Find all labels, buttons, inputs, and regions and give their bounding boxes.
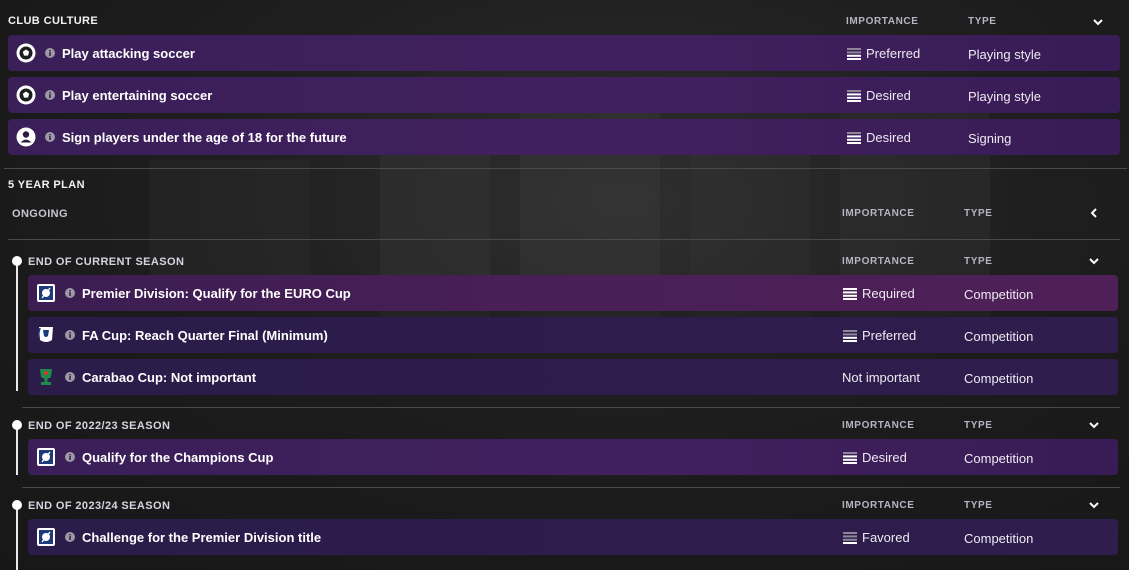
plan-label: Premier Division: Qualify for the EURO C… xyxy=(82,286,351,301)
plan-label: Qualify for the Champions Cup xyxy=(82,450,274,465)
group-type-header[interactable]: TYPE xyxy=(964,500,993,511)
group-divider xyxy=(22,407,1120,408)
plan-row[interactable]: Challenge for the Premier Division title… xyxy=(28,519,1118,555)
plan-row[interactable]: FA Cup: Reach Quarter Final (Minimum) Pr… xyxy=(28,317,1118,353)
type-value: Competition xyxy=(964,451,1034,466)
ongoing-expand-button[interactable] xyxy=(1087,206,1101,225)
soccer-ball-icon xyxy=(16,85,36,105)
info-icon[interactable] xyxy=(65,372,75,382)
club-culture-importance-header[interactable]: IMPORTANCE xyxy=(846,16,918,27)
ongoing-importance-header[interactable]: IMPORTANCE xyxy=(842,208,914,219)
culture-row[interactable]: Sign players under the age of 18 for the… xyxy=(8,119,1120,155)
importance-value: Preferred xyxy=(866,46,921,61)
info-icon[interactable] xyxy=(65,532,75,542)
group-collapse-button[interactable] xyxy=(1087,254,1101,273)
plan-row[interactable]: Carabao Cup: Not important Not important… xyxy=(28,359,1118,395)
soccer-ball-icon xyxy=(16,43,36,63)
plan-row[interactable]: Premier Division: Qualify for the EURO C… xyxy=(28,275,1118,311)
group-title: END OF CURRENT SEASON xyxy=(28,256,185,268)
club-culture-collapse-button[interactable] xyxy=(1091,15,1105,34)
importance-bars-icon xyxy=(847,48,861,60)
info-icon[interactable] xyxy=(45,132,55,142)
type-value: Playing style xyxy=(968,89,1041,104)
chevron-down-icon xyxy=(1089,502,1099,509)
timeline-dot xyxy=(12,256,22,266)
type-value: Competition xyxy=(964,531,1034,546)
importance-bars-icon xyxy=(847,90,861,102)
info-icon[interactable] xyxy=(65,452,75,462)
culture-label: Sign players under the age of 18 for the… xyxy=(62,130,347,145)
chevron-left-icon xyxy=(1090,208,1097,218)
culture-row[interactable]: Play entertaining soccer Desired Playing… xyxy=(8,77,1120,113)
group-importance-header[interactable]: IMPORTANCE xyxy=(842,500,914,511)
info-icon[interactable] xyxy=(65,330,75,340)
five-year-plan-title: 5 YEAR PLAN xyxy=(8,179,85,191)
ongoing-title: ONGOING xyxy=(12,208,68,220)
premier-division-badge-icon xyxy=(37,284,55,302)
group-divider xyxy=(22,487,1120,488)
importance-value: Desired xyxy=(866,130,911,145)
chevron-down-icon xyxy=(1093,19,1103,26)
premier-division-badge-icon xyxy=(37,528,55,546)
fa-cup-badge-icon xyxy=(37,327,53,342)
plan-label: FA Cup: Reach Quarter Final (Minimum) xyxy=(82,328,328,343)
culture-label: Play entertaining soccer xyxy=(62,88,213,103)
group-collapse-button[interactable] xyxy=(1087,418,1101,437)
section-divider xyxy=(4,168,1127,169)
importance-bars-icon xyxy=(843,330,857,342)
plan-row[interactable]: Qualify for the Champions Cup Desired Co… xyxy=(28,439,1118,475)
group-title: END OF 2023/24 SEASON xyxy=(28,500,171,512)
plan-label: Carabao Cup: Not important xyxy=(82,370,257,385)
timeline-line xyxy=(16,505,18,570)
importance-value: Desired xyxy=(862,450,907,465)
group-collapse-button[interactable] xyxy=(1087,498,1101,517)
type-value: Competition xyxy=(964,329,1034,344)
group-title: END OF 2022/23 SEASON xyxy=(28,420,171,432)
info-icon[interactable] xyxy=(45,48,55,58)
ongoing-type-header[interactable]: TYPE xyxy=(964,208,993,219)
timeline-dot xyxy=(12,500,22,510)
group-type-header[interactable]: TYPE xyxy=(964,256,993,267)
timeline-dot xyxy=(12,420,22,430)
type-value: Playing style xyxy=(968,47,1041,62)
plan-label: Challenge for the Premier Division title xyxy=(82,530,322,545)
group-importance-header[interactable]: IMPORTANCE xyxy=(842,420,914,431)
importance-bars-icon xyxy=(843,532,857,544)
type-value: Competition xyxy=(964,287,1034,302)
importance-value: Favored xyxy=(862,530,910,545)
type-value: Competition xyxy=(964,371,1034,386)
importance-value: Desired xyxy=(866,88,911,103)
chevron-down-icon xyxy=(1089,258,1099,265)
importance-bars-icon xyxy=(847,132,861,144)
timeline-line xyxy=(16,425,18,475)
premier-division-badge-icon xyxy=(37,448,55,466)
info-icon[interactable] xyxy=(45,90,55,100)
importance-value: Preferred xyxy=(862,328,917,343)
info-icon[interactable] xyxy=(65,288,75,298)
timeline-line xyxy=(16,261,18,391)
importance-bars-icon xyxy=(843,288,857,300)
group-type-header[interactable]: TYPE xyxy=(964,420,993,431)
culture-label: Play attacking soccer xyxy=(62,46,195,61)
club-culture-title: CLUB CULTURE xyxy=(8,15,99,27)
group-importance-header[interactable]: IMPORTANCE xyxy=(842,256,914,267)
person-icon xyxy=(16,127,36,147)
type-value: Signing xyxy=(968,131,1012,146)
importance-value: Not important xyxy=(842,370,921,385)
carabao-cup-badge-icon xyxy=(40,369,52,385)
culture-row[interactable]: Play attacking soccer Preferred Playing … xyxy=(8,35,1120,71)
chevron-down-icon xyxy=(1089,422,1099,429)
club-culture-type-header[interactable]: TYPE xyxy=(968,16,997,27)
ongoing-divider xyxy=(8,239,1120,240)
importance-value: Required xyxy=(862,286,915,301)
importance-bars-icon xyxy=(843,452,857,464)
